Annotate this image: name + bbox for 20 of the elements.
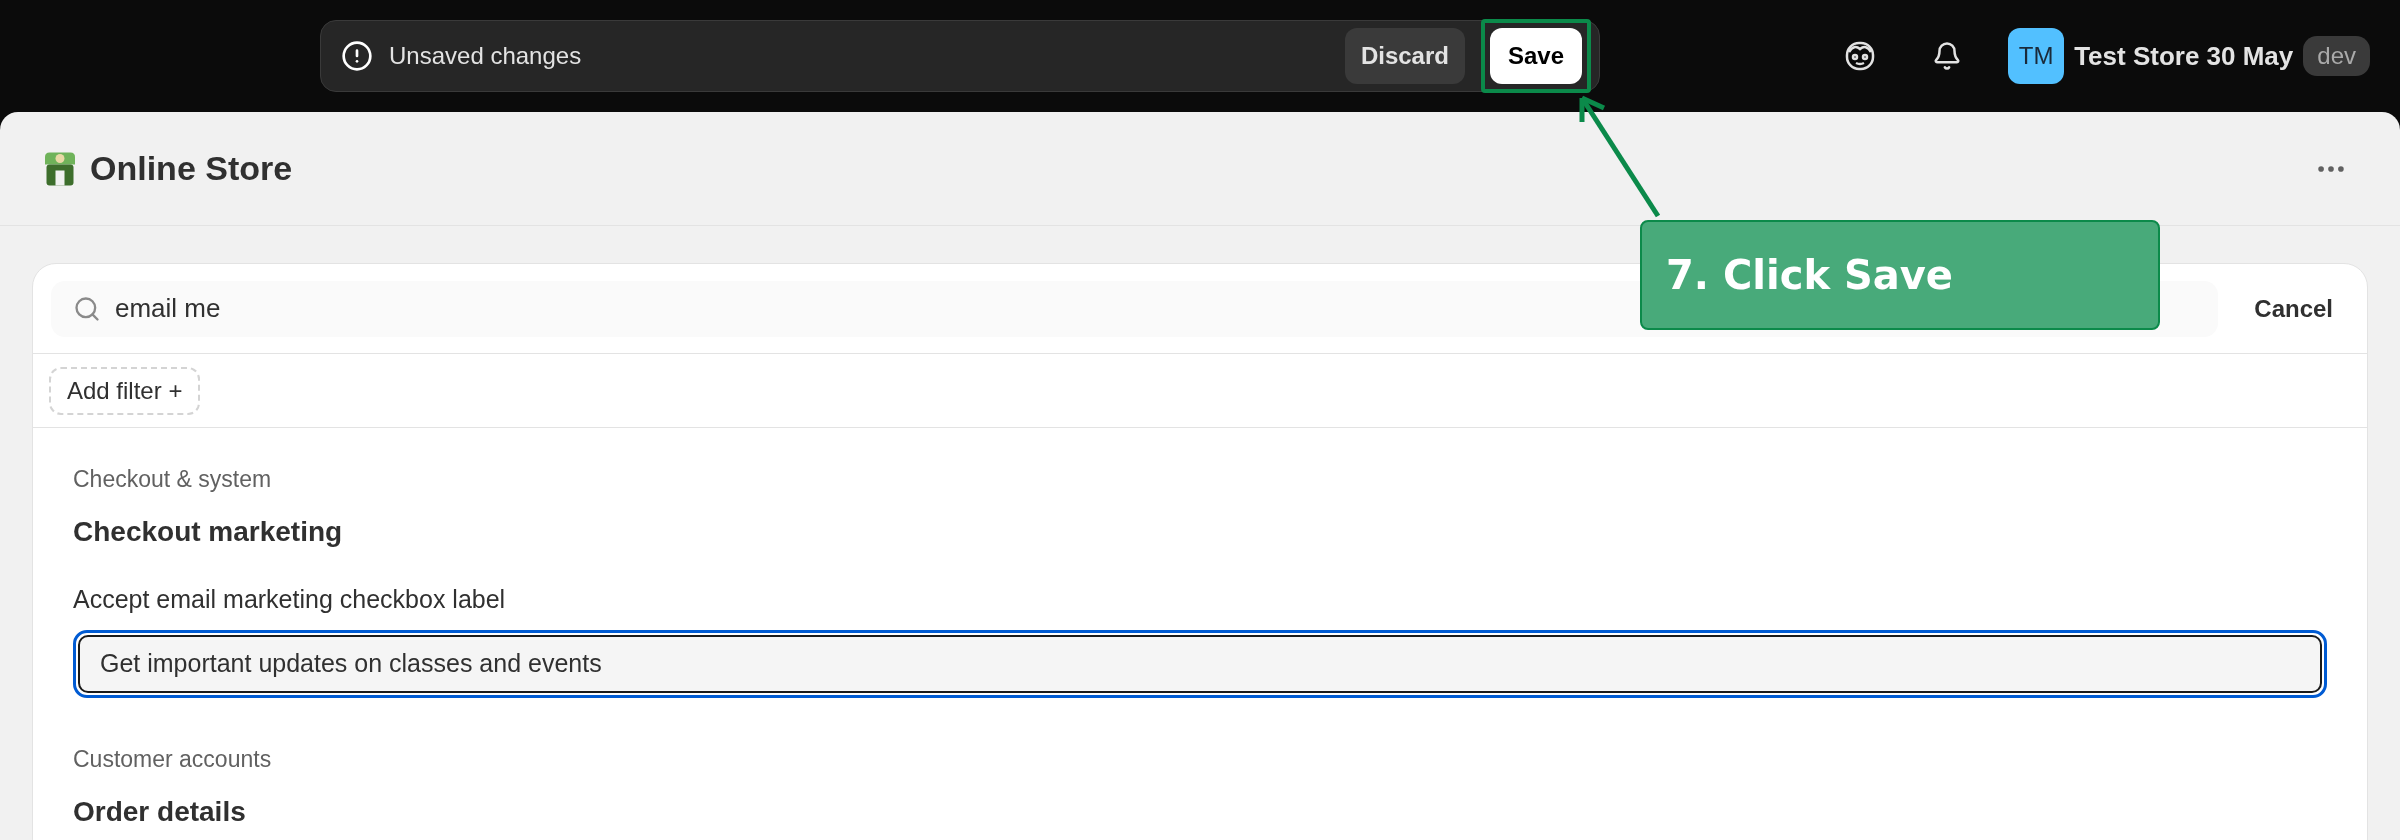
save-button[interactable]: Save xyxy=(1489,28,1582,84)
page-title: Online Store xyxy=(90,148,293,189)
field-label: Accept email marketing checkbox label xyxy=(73,583,507,615)
section-category: Customer accounts xyxy=(73,745,273,774)
search-icon xyxy=(73,294,101,323)
store-avatar[interactable]: TM xyxy=(2008,28,2065,84)
alert-icon xyxy=(341,40,373,72)
store-icon xyxy=(42,150,78,187)
cancel-button[interactable]: Cancel xyxy=(2254,290,2333,327)
dev-badge: dev xyxy=(2303,36,2370,76)
section-category: Checkout & system xyxy=(73,465,273,494)
store-name[interactable]: Test Store 30 May xyxy=(2074,36,2294,76)
unsaved-message: Unsaved changes xyxy=(389,41,583,71)
text-field[interactable]: Get important updates on classes and events xyxy=(73,630,2327,698)
step-tooltip: 7. Click Save xyxy=(1640,220,2160,330)
face-icon[interactable] xyxy=(1844,40,1877,72)
section-title: Checkout marketing xyxy=(73,514,344,549)
add-filter-button[interactable]: Add filter + xyxy=(49,366,201,415)
discard-button[interactable]: Discard xyxy=(1344,28,1465,84)
section-title: Order details xyxy=(73,794,247,829)
